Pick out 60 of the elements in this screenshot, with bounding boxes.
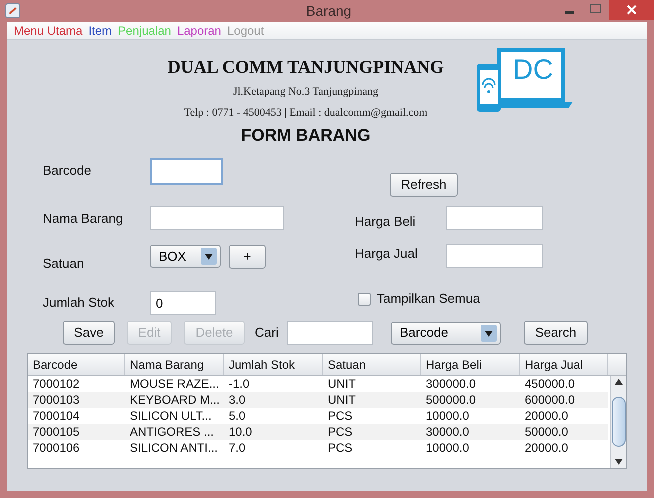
table-cell-text: PCS: [327, 424, 354, 440]
field-label: Barcode: [43, 162, 92, 180]
menu-item[interactable]: Item: [88, 22, 112, 40]
table-cell-text: ANTIGORES ...: [129, 424, 216, 440]
table-cell-text: 450000.0: [524, 376, 576, 392]
company-name: DUAL COMM TANJUNGPINANG: [168, 56, 444, 79]
field-label: Nama Barang: [43, 210, 124, 228]
window-title: Barang: [306, 2, 352, 21]
field-label: Jumlah Stok: [43, 294, 116, 312]
menu-item[interactable]: Laporan: [177, 22, 222, 40]
satuan-dropdown[interactable]: BOX: [150, 245, 221, 268]
table-cell-text: 5.0: [228, 408, 247, 424]
table-cell-text: PCS: [327, 408, 354, 424]
table-cell-text: 3.0: [228, 392, 247, 408]
action-button[interactable]: Save: [63, 321, 115, 345]
table-cell-text: 50000.0: [524, 424, 570, 440]
table-cell-text: 7000104: [32, 408, 81, 424]
table-cell-text: 600000.0: [524, 392, 576, 408]
table-cell-text: -1.0: [228, 376, 251, 392]
table-cell-text: 20000.0: [524, 408, 570, 424]
table-cell-text: 7000103: [32, 392, 81, 408]
company-contact: Telp : 0771 - 4500453 | Email : dualcomm@gmail.com: [184, 106, 428, 120]
table-cell-text: SILICON ANTI...: [129, 440, 220, 456]
field-label: Satuan: [43, 255, 86, 273]
table-cell-text: MOUSE RAZE...: [129, 376, 220, 392]
add-button[interactable]: +: [229, 245, 266, 269]
table-cell-text: SILICON ULT...: [129, 408, 213, 424]
search-field-dropdown[interactable]: Barcode: [391, 322, 501, 344]
table-cell-text: 20000.0: [524, 440, 570, 456]
table-cell-text: PCS: [327, 440, 354, 456]
field-label: Cari: [255, 324, 280, 342]
jumlah-stok-field[interactable]: 0: [150, 291, 216, 315]
table-cell-text: 10.0: [228, 424, 254, 440]
table-cell-text: 30000.0: [425, 424, 470, 440]
column-header[interactable]: Harga Jual: [520, 354, 608, 375]
table-cell-text: 10000.0: [425, 408, 470, 424]
table-cell-text: UNIT: [327, 392, 357, 408]
column-header[interactable]: Jumlah Stok: [224, 354, 323, 375]
field-label: Tampilkan Semua: [377, 290, 480, 308]
column-header[interactable]: Satuan: [323, 354, 421, 375]
table-cell-text: UNIT: [327, 376, 357, 392]
field-label: Harga Beli: [355, 213, 417, 231]
table-cell-text: 300000.0: [425, 376, 478, 392]
logo-text: DC: [513, 54, 554, 86]
table-cell-text: 7000102: [32, 376, 81, 392]
refresh-button[interactable]: Refresh: [390, 173, 458, 197]
menu-item[interactable]: Menu Utama: [14, 22, 83, 40]
form-title: FORM BARANG: [241, 125, 371, 147]
column-header[interactable]: Barcode: [28, 354, 125, 375]
column-header[interactable]: Harga Beli: [421, 354, 520, 375]
table-cell-text: 10000.0: [425, 440, 470, 456]
table-cell-text: 7000106: [32, 440, 81, 456]
field-label: Harga Jual: [355, 245, 419, 263]
table-cell-text: 500000.0: [425, 392, 478, 408]
search-button[interactable]: Search: [524, 321, 588, 345]
table-cell-text: 7.0: [228, 440, 247, 456]
column-header[interactable]: Nama Barang: [125, 354, 224, 375]
table-cell-text: KEYBOARD M...: [129, 392, 222, 408]
company-address: Jl.Ketapang No.3 Tanjungpinang: [233, 85, 379, 100]
table-cell-text: 7000105: [32, 424, 81, 440]
